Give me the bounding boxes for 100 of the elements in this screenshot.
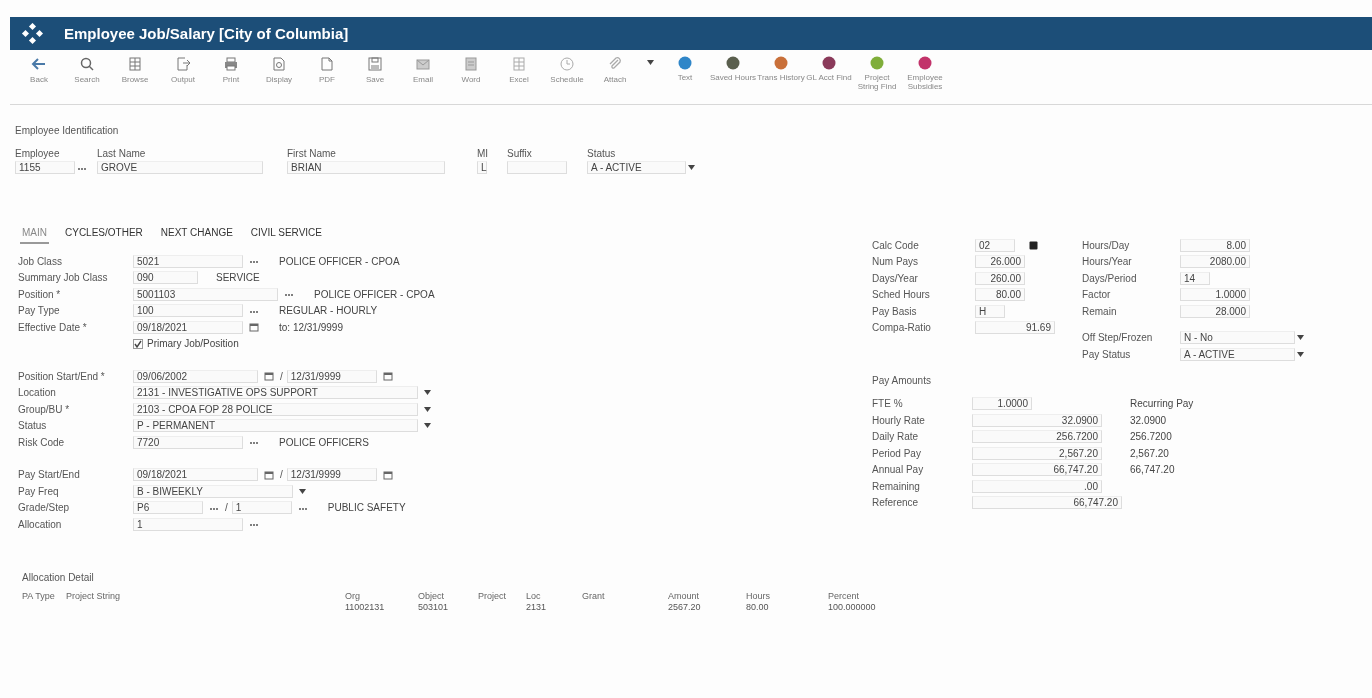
input-field[interactable]: 66,747.20 [972,463,1102,477]
toolbar-button[interactable]: Browse [111,54,159,86]
field-label: Reference [872,497,920,509]
primary-checkbox[interactable]: Primary Job/Position [133,338,239,350]
input-field[interactable]: 260.00 [975,271,1025,285]
toolbar-button[interactable]: Saved Hours [709,54,757,84]
input-field[interactable]: L [477,161,487,174]
input-field[interactable]: 7720 [133,435,243,449]
input-field[interactable]: 1 [231,501,292,515]
input-field[interactable]: 09/06/2002 [133,369,258,383]
input-field[interactable]: N - No [1180,331,1295,345]
input-field[interactable]: 2103 - CPOA FOP 28 POLICE [133,402,418,416]
field-label: Factor [1082,289,1112,301]
input-field[interactable]: A - ACTIVE [1180,347,1295,361]
input-field[interactable]: 14 [1180,271,1210,285]
toolbar-button[interactable]: Search [63,54,111,86]
field-label: Compa-Ratio [872,322,932,334]
input-field[interactable]: P - PERMANENT [133,419,418,433]
toolbar-button[interactable]: Display [255,54,303,86]
field-label: Period Pay [872,447,922,459]
toolbar-button[interactable]: Print [207,54,255,86]
calendar-icon [264,371,274,382]
input-field[interactable]: B - BIWEEKLY [133,484,293,498]
caret-icon [424,390,431,396]
field-label: Daily Rate [872,431,920,443]
toolbar-button[interactable]: Output [159,54,207,86]
ellipsis-icon [249,521,259,528]
circle-icon [822,56,836,70]
field-label: Grade/Step [18,502,71,514]
input-field[interactable]: GROVE [97,161,263,174]
input-field[interactable]: 12/31/9999 [286,468,377,482]
field-label: Days/Period [1082,272,1138,284]
input-field[interactable]: 256.7200 [972,430,1102,444]
tab[interactable]: CYCLES/OTHER [63,225,145,242]
field-description: POLICE OFFICER - CPOA [279,255,400,267]
input-field[interactable]: 09/18/2021 [133,320,243,334]
toolbar-button[interactable]: PDF [303,54,351,86]
calendar-button[interactable] [262,468,276,482]
field-label: Position Start/End * [18,370,106,382]
caret-icon [688,165,695,170]
toolbar-button[interactable]: Excel [495,54,543,86]
calendar-button[interactable] [380,468,395,482]
toolbar-button[interactable]: Text [661,54,709,84]
table-cell-text: 11002131 [345,602,386,612]
envelope-icon [415,56,431,72]
input-field[interactable]: P6 [133,501,203,515]
input-field[interactable]: 12/31/9999 [286,369,377,383]
input-field[interactable]: 09/18/2021 [133,468,258,482]
toolbar-button[interactable]: Back [15,54,63,86]
input-field[interactable]: 32.0900 [972,413,1102,427]
toolbar-button[interactable]: Schedule [543,54,591,86]
separator: / [280,469,283,481]
input-field[interactable]: 2080.00 [1180,255,1250,269]
input-field[interactable]: 1155 [15,161,75,174]
input-field[interactable]: 80.00 [975,288,1025,302]
field-label: FTE % [872,398,904,410]
input-field[interactable]: 1.0000 [1180,288,1250,302]
tab[interactable]: CIVIL SERVICE [248,225,324,242]
calendar-button[interactable] [262,369,276,383]
document-icon [319,56,335,72]
toolbar-button[interactable]: Attach [591,54,639,86]
input-field[interactable]: 090 [133,271,198,285]
input-field[interactable]: A - ACTIVE [587,161,686,174]
toolbar-button[interactable]: Email [399,54,447,86]
input-field[interactable]: 2131 - INVESTIGATIVE OPS SUPPORT [133,386,418,400]
input-field[interactable]: 5001103 [133,287,278,301]
toolbar-button[interactable]: Employee Subsidies [901,54,949,93]
input-field[interactable]: 66,747.20 [972,496,1122,510]
tab[interactable]: MAIN [20,225,49,244]
circle-icon [726,56,740,70]
toolbar-button[interactable]: Save [351,54,399,86]
input-field[interactable]: 91.69 [975,321,1055,335]
input-field[interactable]: 5021 [133,254,243,268]
input-field[interactable]: 28.000 [1180,304,1250,318]
input-field[interactable] [507,161,567,174]
toolbar-button[interactable]: Project String Find [853,54,901,93]
calendar-button[interactable] [380,369,395,383]
field-label: Group/BU * [18,403,71,415]
input-field[interactable]: 8.00 [1180,238,1250,252]
input-field[interactable]: BRIAN [287,161,445,174]
input-field[interactable]: 02 [975,238,1015,252]
recurring-amount: 2,567.20 [1130,447,1169,459]
circle-icon [870,56,884,70]
tab[interactable]: NEXT CHANGE [158,225,235,242]
toolbar-button[interactable]: GL Acct Find [805,54,853,84]
input-field[interactable]: .00 [972,479,1102,493]
column-header: Object [418,591,445,601]
input-field[interactable]: H [975,304,1005,318]
circle-icon [678,56,692,70]
square-icon [1029,240,1038,250]
toolbar-button[interactable]: Trans History [757,54,805,84]
input-field[interactable]: 2,567.20 [972,446,1102,460]
input-field[interactable]: 26.000 [975,255,1025,269]
input-field[interactable]: 1 [133,517,243,531]
field-description: PUBLIC SAFETY [327,502,406,514]
toolbar-button[interactable]: Word [447,54,495,86]
calendar-button[interactable] [247,320,261,334]
input-field[interactable]: 1.0000 [972,397,1032,411]
input-field[interactable]: 100 [133,304,243,318]
column-header: Project [478,591,507,601]
